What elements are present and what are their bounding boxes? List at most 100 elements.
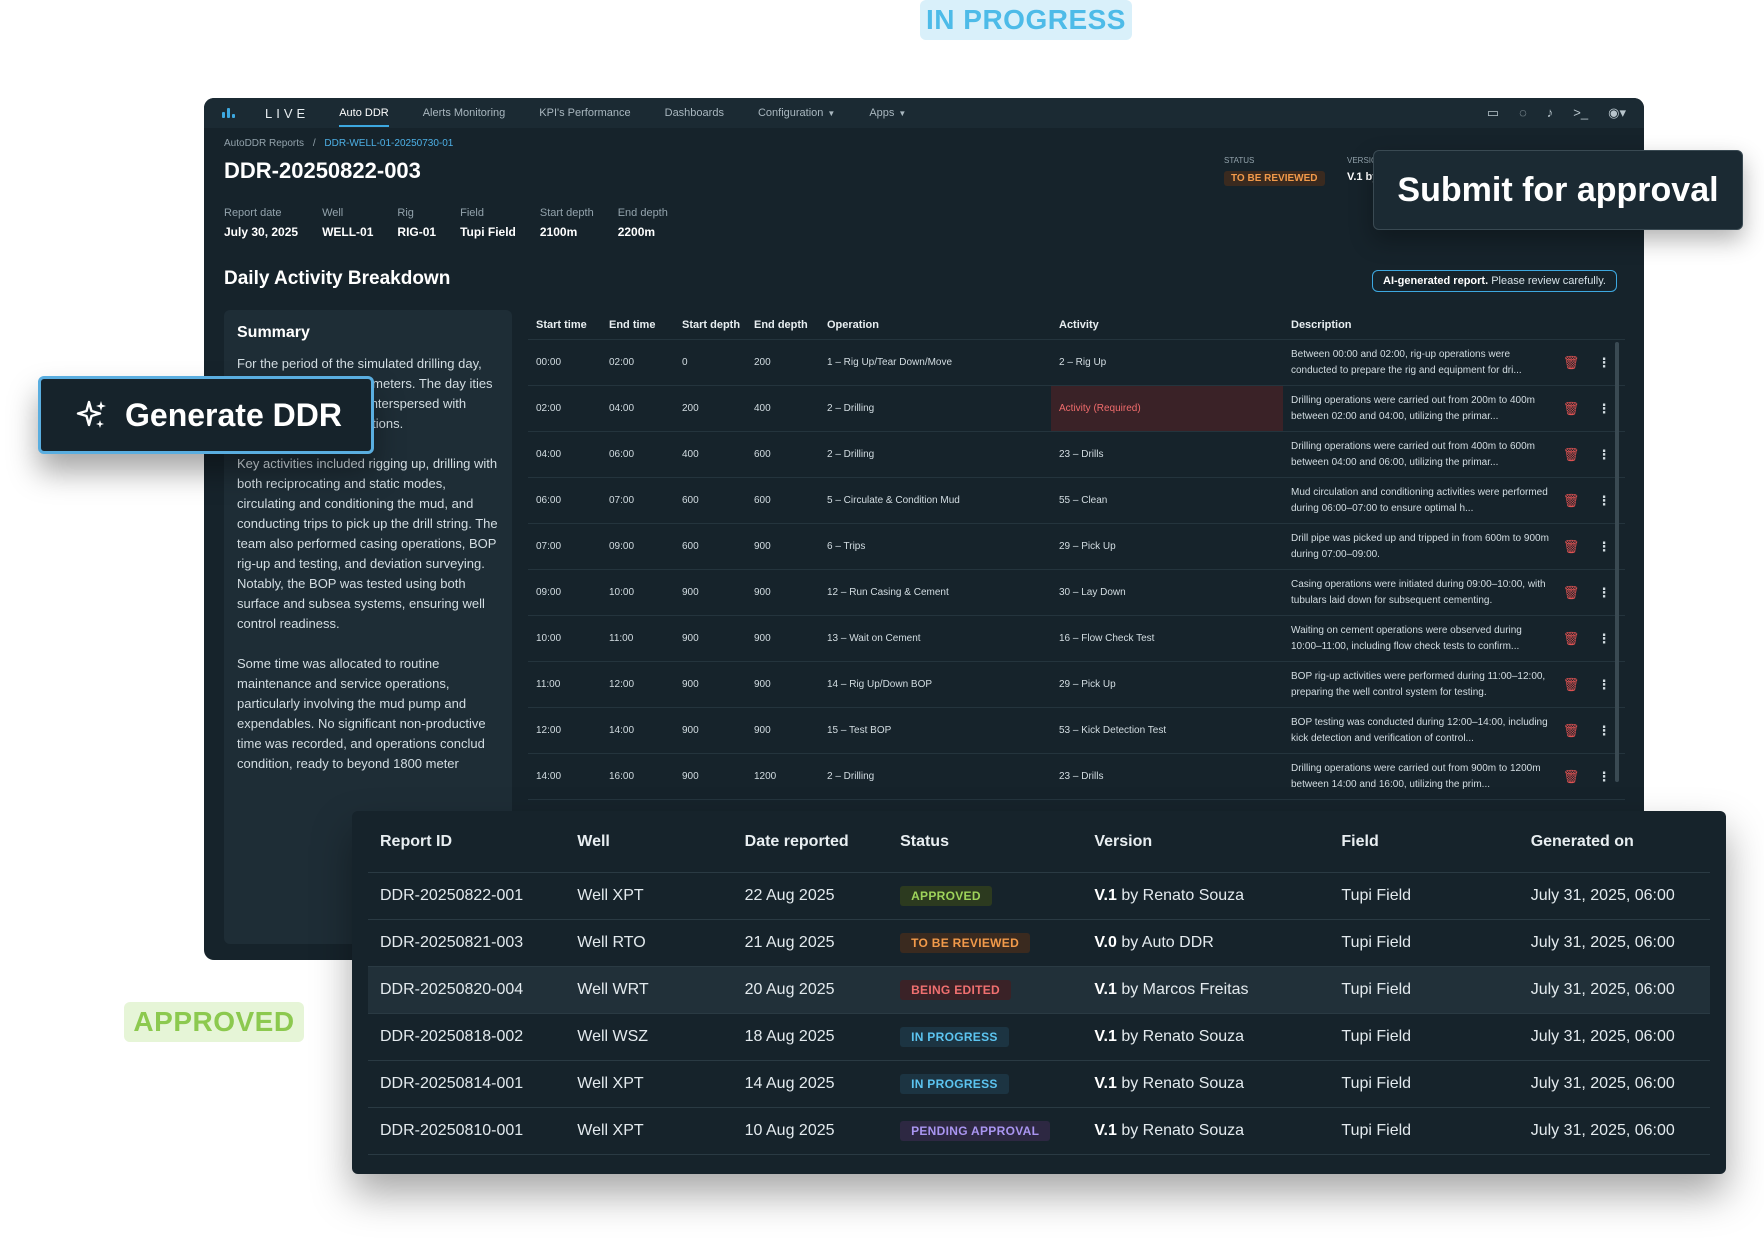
table-cell[interactable]: 09:00 [601,541,674,552]
tab-kpis[interactable]: KPI's Performance [539,107,630,119]
description-cell[interactable]: Waiting on cement operations were observ… [1283,623,1553,655]
report-id[interactable]: DDR-20250814-001 [368,1075,577,1093]
table-cell[interactable]: 12 – Run Casing & Cement [819,587,1051,598]
table-cell[interactable]: 16:00 [601,771,674,782]
breadcrumb-root[interactable]: AutoDDR Reports [224,138,304,149]
tab-alerts[interactable]: Alerts Monitoring [423,107,506,119]
table-row[interactable]: 07:00 09:00 600 900 6 – Trips 29 – Pick Up Dri… [528,524,1625,570]
table-row[interactable]: 10:00 11:00 900 900 13 – Wait on Cement 16 – … [528,616,1625,662]
table-cell[interactable]: 04:00 [601,403,674,414]
table-cell[interactable]: 00:00 [528,357,601,368]
table-cell[interactable]: 6 – Trips [819,541,1051,552]
table-cell[interactable]: 900 [746,541,819,552]
table-cell[interactable]: 5 – Circulate & Condition Mud [819,495,1051,506]
table-row[interactable]: 04:00 06:00 400 600 2 – Drilling 23 – Drills D… [528,432,1625,478]
table-cell[interactable]: 53 – Kick Detection Test [1051,708,1283,753]
trash-icon[interactable]: 🗑 [1553,585,1589,601]
table-cell[interactable]: 400 [674,449,746,460]
table-cell[interactable]: 900 [746,725,819,736]
table-row[interactable]: DDR-20250820-004 Well WRT 20 Aug 2025 BEING… [368,967,1710,1014]
table-cell[interactable]: 1 – Rig Up/Tear Down/Move [819,357,1051,368]
description-cell[interactable]: Drilling operations were carried out fro… [1283,761,1553,793]
table-row[interactable]: DDR-20250814-001 Well XPT 14 Aug 2025 IN PR… [368,1061,1710,1108]
trash-icon[interactable]: 🗑 [1553,769,1589,785]
tab-apps[interactable]: Apps ▼ [869,107,906,119]
report-id[interactable]: DDR-20250820-004 [368,981,577,999]
table-cell[interactable]: 02:00 [528,403,601,414]
table-cell[interactable]: 13 – Wait on Cement [819,633,1051,644]
table-cell[interactable]: 900 [674,725,746,736]
table-cell[interactable]: 14 – Rig Up/Down BOP [819,679,1051,690]
table-row[interactable]: DDR-20250822-001 Well XPT 22 Aug 2025 APPRO… [368,873,1710,920]
table-cell[interactable]: 02:00 [601,357,674,368]
breadcrumb-current[interactable]: DDR-WELL-01-20250730-01 [324,138,453,149]
table-cell[interactable]: 900 [674,679,746,690]
table-cell[interactable]: 1200 [746,771,819,782]
table-cell[interactable]: 900 [746,679,819,690]
table-cell[interactable]: 900 [746,633,819,644]
table-cell[interactable]: 600 [746,449,819,460]
table-cell[interactable]: 600 [674,495,746,506]
description-cell[interactable]: Drilling operations were carried out fro… [1283,393,1553,425]
table-cell[interactable]: 04:00 [528,449,601,460]
table-cell[interactable]: 200 [674,403,746,414]
table-cell[interactable]: 900 [674,771,746,782]
trash-icon[interactable]: 🗑 [1553,447,1589,463]
generate-ddr-button[interactable]: Generate DDR [38,376,374,454]
table-cell[interactable]: 900 [746,587,819,598]
trash-icon[interactable]: 🗑 [1553,401,1589,417]
chat-icon[interactable]: ◌ [1519,105,1527,121]
tab-auto-ddr[interactable]: Auto DDR [339,100,389,127]
table-cell[interactable]: 600 [674,541,746,552]
table-cell[interactable]: 07:00 [528,541,601,552]
table-cell[interactable]: 10:00 [601,587,674,598]
table-cell[interactable]: 2 – Drilling [819,449,1051,460]
table-row[interactable]: 14:00 16:00 900 1200 2 – Drilling 23 – Drills… [528,754,1625,800]
table-cell[interactable]: 12:00 [528,725,601,736]
table-cell[interactable]: 09:00 [528,587,601,598]
description-cell[interactable]: Between 00:00 and 02:00, rig-up operatio… [1283,347,1553,379]
table-row[interactable]: 11:00 12:00 900 900 14 – Rig Up/Down BOP 29 –… [528,662,1625,708]
description-cell[interactable]: BOP testing was conducted during 12:00–1… [1283,715,1553,747]
table-cell[interactable]: 400 [746,403,819,414]
table-cell[interactable]: 29 – Pick Up [1051,524,1283,569]
table-cell[interactable]: 2 – Rig Up [1051,340,1283,385]
table-cell[interactable]: 200 [746,357,819,368]
report-id[interactable]: DDR-20250822-001 [368,887,577,905]
table-row[interactable]: 09:00 10:00 900 900 12 – Run Casing & Cement… [528,570,1625,616]
terminal-icon[interactable]: >_ [1573,105,1588,121]
bell-icon[interactable]: ♪ [1547,105,1554,121]
table-cell[interactable]: 600 [746,495,819,506]
user-icon[interactable]: ◉▾ [1608,105,1626,121]
description-cell[interactable]: Drill pipe was picked up and tripped in … [1283,531,1553,563]
description-cell[interactable]: Mud circulation and conditioning activit… [1283,485,1553,517]
table-row[interactable]: 02:00 04:00 200 400 2 – Drilling Activity (Re… [528,386,1625,432]
trash-icon[interactable]: 🗑 [1553,355,1589,371]
trash-icon[interactable]: 🗑 [1553,723,1589,739]
tab-dashboards[interactable]: Dashboards [665,107,724,119]
report-id[interactable]: DDR-20250821-003 [368,934,577,952]
table-cell[interactable]: 2 – Drilling [819,771,1051,782]
submit-for-approval-button[interactable]: Submit for approval [1373,150,1743,230]
table-cell[interactable]: 29 – Pick Up [1051,662,1283,707]
trash-icon[interactable]: 🗑 [1553,539,1589,555]
table-cell[interactable]: 12:00 [601,679,674,690]
table-cell[interactable]: 23 – Drills [1051,432,1283,477]
table-cell[interactable]: 30 – Lay Down [1051,570,1283,615]
table-cell[interactable]: 14:00 [528,771,601,782]
table-cell[interactable]: 11:00 [528,679,601,690]
description-cell[interactable]: Casing operations were initiated during … [1283,577,1553,609]
table-row[interactable]: 00:00 02:00 0 200 1 – Rig Up/Tear Down/Move 2… [528,340,1625,386]
description-cell[interactable]: Drilling operations were carried out fro… [1283,439,1553,471]
table-cell[interactable]: 15 – Test BOP [819,725,1051,736]
table-cell[interactable]: 55 – Clean [1051,478,1283,523]
table-row[interactable]: DDR-20250821-003 Well RTO 21 Aug 2025 TO BE… [368,920,1710,967]
report-id[interactable]: DDR-20250818-002 [368,1028,577,1046]
table-row[interactable]: DDR-20250818-002 Well WSZ 18 Aug 2025 IN PR… [368,1014,1710,1061]
table-cell[interactable]: Activity (Required) [1051,386,1283,431]
table-cell[interactable]: 06:00 [528,495,601,506]
table-cell[interactable]: 23 – Drills [1051,754,1283,799]
table-row[interactable]: 06:00 07:00 600 600 5 – Circulate & Conditio… [528,478,1625,524]
table-cell[interactable]: 07:00 [601,495,674,506]
table-row[interactable]: DDR-20250810-001 Well XPT 10 Aug 2025 PENDI… [368,1108,1710,1155]
